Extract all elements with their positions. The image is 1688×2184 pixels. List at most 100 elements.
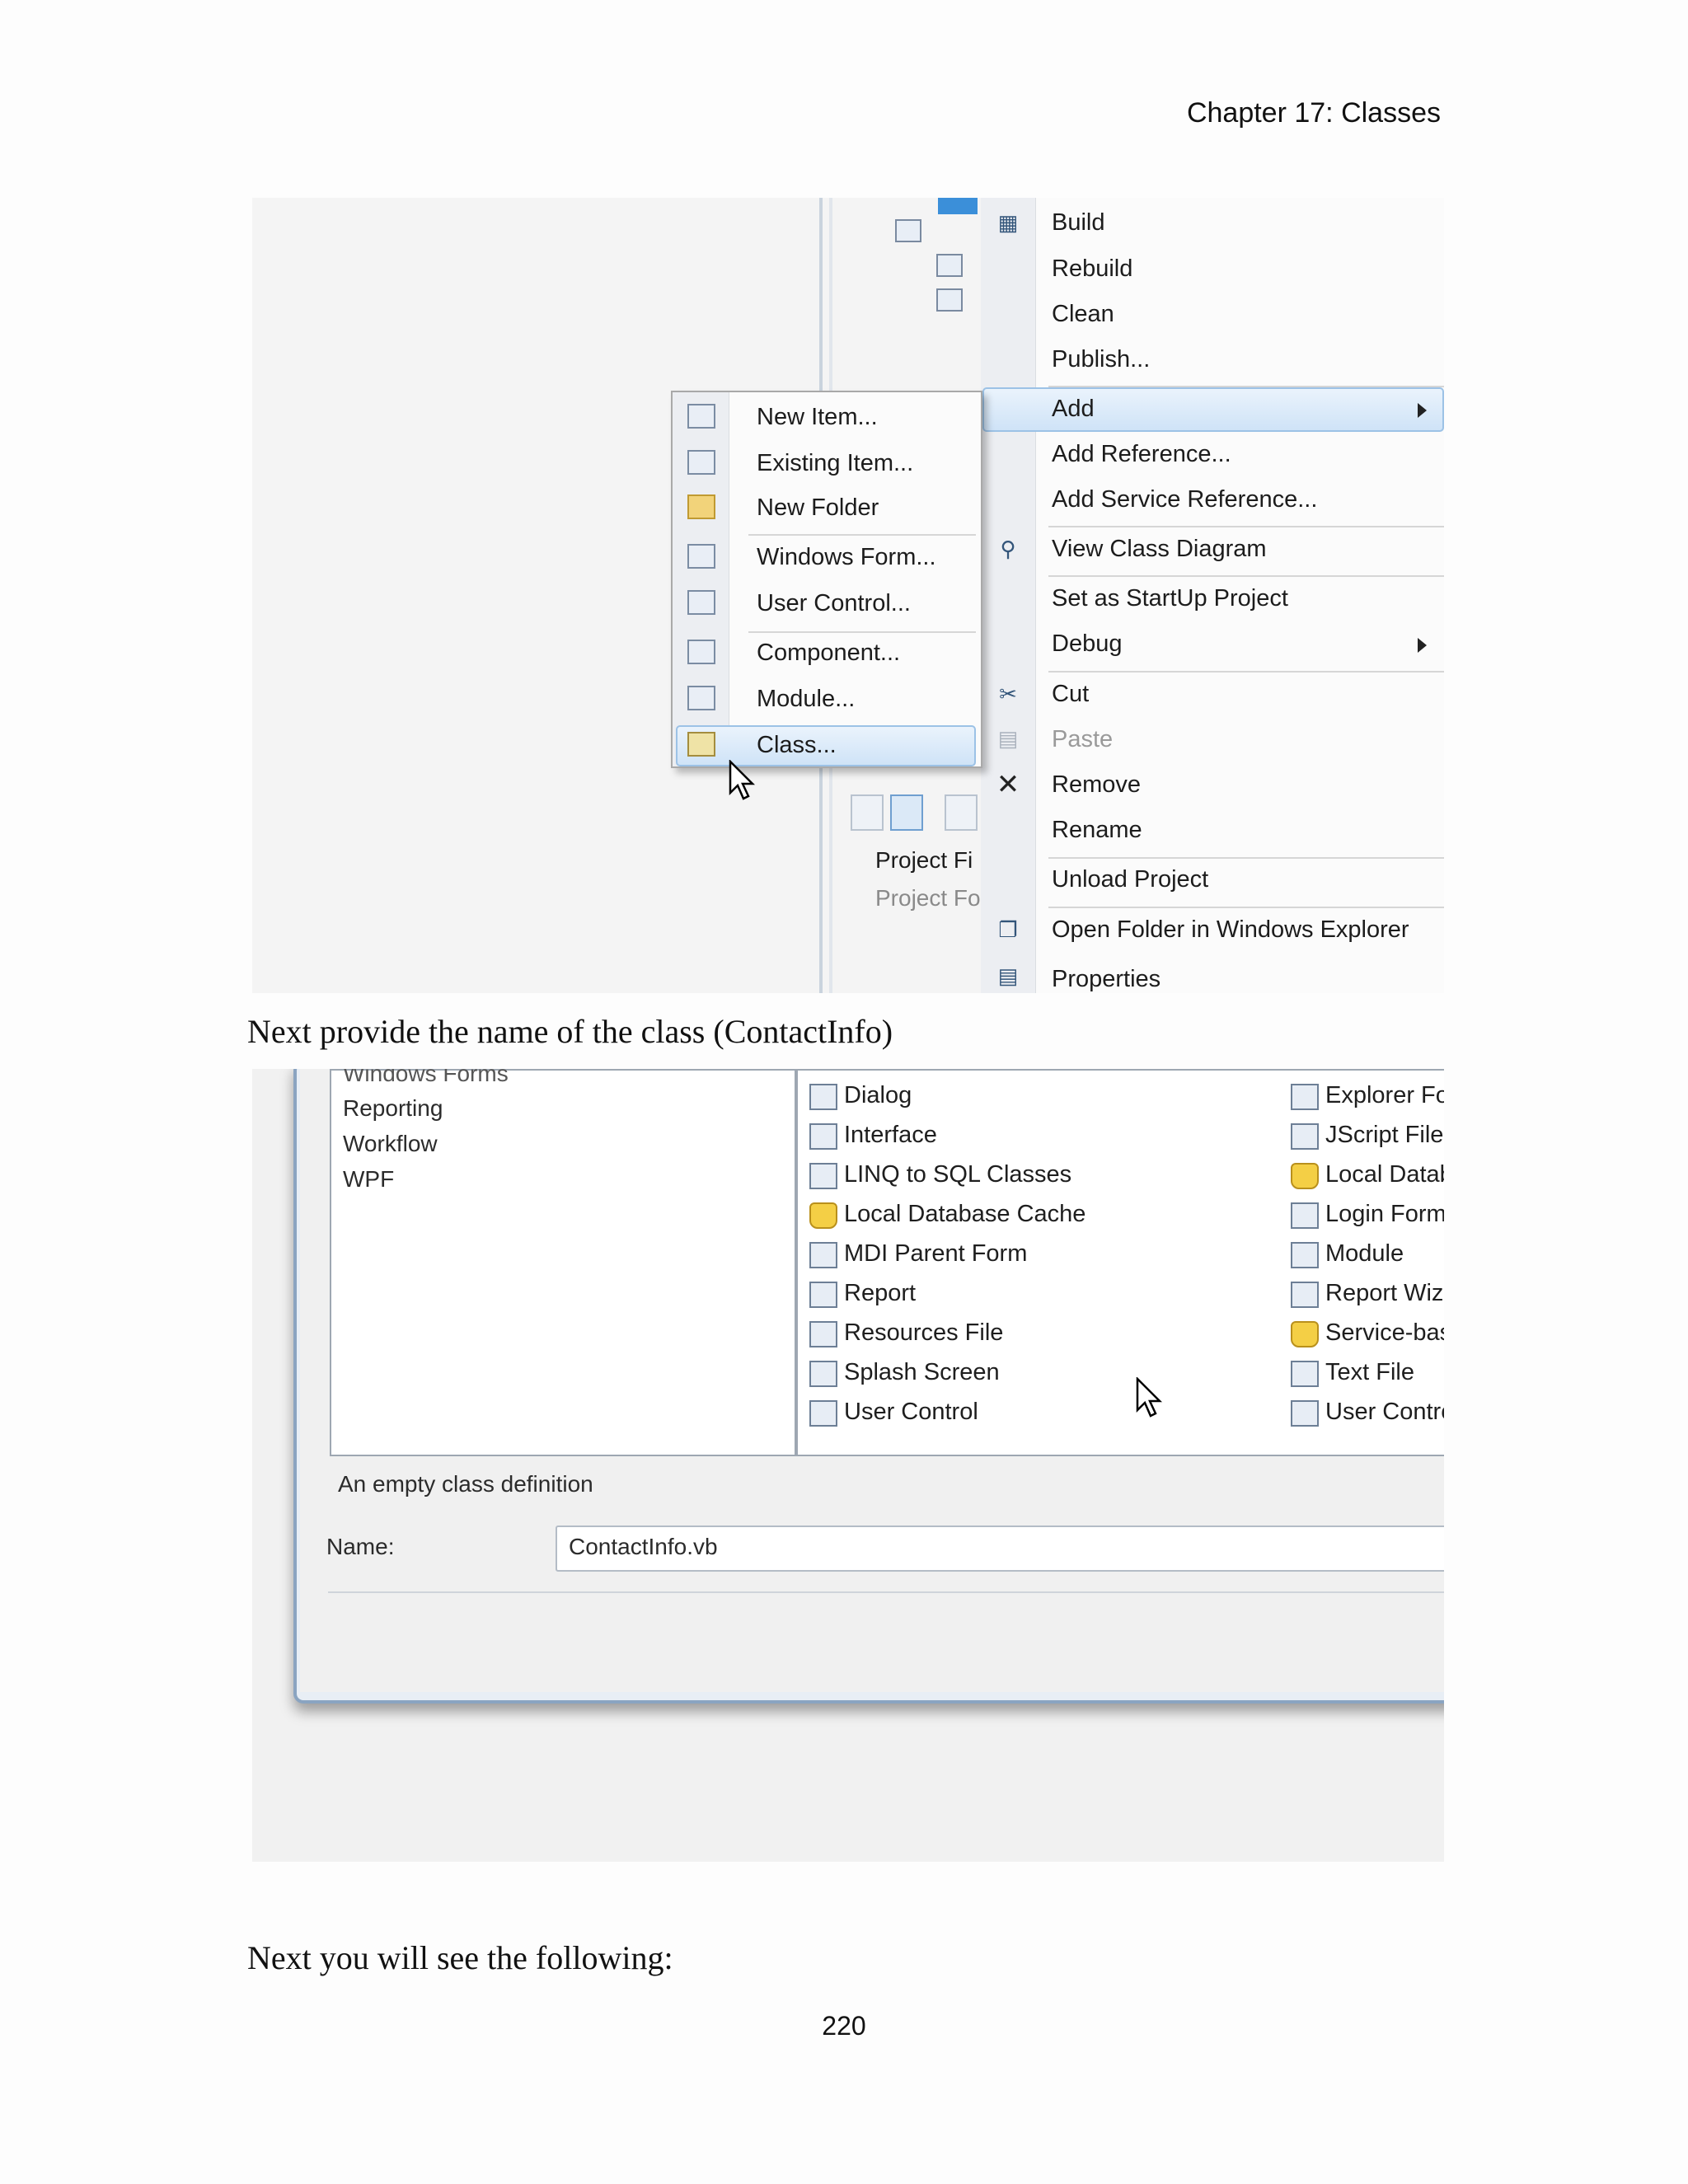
menu-separator (1048, 526, 1444, 527)
template-description: An empty class definition (338, 1471, 593, 1497)
new-folder-icon (687, 494, 715, 519)
menu-item-rebuild[interactable]: Rebuild (1052, 255, 1132, 283)
menu-item-cut[interactable]: Cut (1052, 681, 1089, 708)
template-item[interactable]: Module (1325, 1240, 1404, 1268)
module-icon (687, 686, 715, 710)
template-item[interactable]: Login Form (1325, 1201, 1444, 1228)
property-row[interactable]: Project Fi (875, 847, 973, 874)
existing-item-icon (687, 450, 715, 475)
menu-icon-column (981, 198, 1036, 993)
menu-item-set-startup[interactable]: Set as StartUp Project (1052, 585, 1288, 612)
menu-separator (1048, 575, 1444, 577)
template-item[interactable]: JScript File (1325, 1122, 1443, 1149)
module-icon (1291, 1242, 1319, 1268)
submenu-separator (748, 631, 976, 633)
report-icon (809, 1282, 837, 1308)
service-database-icon (1291, 1321, 1319, 1347)
database-cache-icon (809, 1202, 837, 1229)
submenu-item-class[interactable]: Class... (757, 732, 837, 759)
template-item[interactable]: Explorer For (1325, 1082, 1444, 1109)
menu-separator (1048, 386, 1444, 387)
menu-item-debug[interactable]: Debug (1052, 630, 1122, 658)
menu-item-clean[interactable]: Clean (1052, 301, 1114, 328)
template-item[interactable]: Report Wiza (1325, 1280, 1444, 1307)
submenu-item-existing-item[interactable]: Existing Item... (757, 450, 913, 477)
menu-item-add-reference[interactable]: Add Reference... (1052, 441, 1231, 468)
open-folder-icon: ❐ (998, 917, 1018, 942)
submenu-item-module[interactable]: Module... (757, 686, 855, 713)
submenu-arrow-icon (1418, 638, 1427, 653)
add-new-item-screenshot: Windows Forms Reporting Workflow WPF Dia… (252, 1069, 1444, 1862)
template-item[interactable]: Dialog (844, 1082, 912, 1109)
remove-icon: ✕ (996, 769, 1020, 800)
template-item[interactable]: Local Datab (1325, 1161, 1444, 1188)
submenu-item-user-control[interactable]: User Control... (757, 590, 911, 617)
category-item[interactable]: Reporting (343, 1095, 443, 1122)
property-pages-button[interactable] (945, 794, 978, 831)
tree-node-icon (895, 219, 921, 242)
dialog-template-icon (809, 1084, 837, 1110)
context-menu-screenshot: Project Fi Project Fo ▦ Build Rebuild Cl… (252, 198, 1444, 993)
template-item[interactable]: Splash Screen (844, 1359, 1000, 1386)
tree-node-icon (936, 288, 963, 312)
menu-item-paste[interactable]: Paste (1052, 726, 1113, 753)
menu-item-open-folder[interactable]: Open Folder in Windows Explorer (1052, 916, 1409, 944)
template-item[interactable]: LINQ to SQL Classes (844, 1161, 1071, 1188)
explorer-form-icon (1291, 1084, 1319, 1110)
template-item[interactable]: Resources File (844, 1319, 1003, 1347)
splash-screen-icon (809, 1361, 837, 1387)
name-label: Name: (326, 1534, 395, 1559)
login-form-icon (1291, 1202, 1319, 1229)
template-item[interactable]: MDI Parent Form (844, 1240, 1027, 1268)
categories-pane (330, 1069, 796, 1456)
name-input[interactable]: ContactInfo.vb (556, 1526, 1444, 1572)
template-item[interactable]: User Control (844, 1399, 978, 1426)
windows-form-icon (687, 544, 715, 569)
menu-separator (1048, 907, 1444, 908)
mdi-form-icon (809, 1242, 837, 1268)
property-row[interactable]: Project Fo (875, 885, 981, 912)
menu-separator (1048, 857, 1444, 859)
template-item[interactable]: User Contro (1325, 1399, 1444, 1426)
categorized-button[interactable] (851, 794, 884, 831)
component-icon (687, 640, 715, 664)
submenu-item-windows-form[interactable]: Windows Form... (757, 544, 936, 571)
menu-item-publish[interactable]: Publish... (1052, 346, 1150, 373)
add-submenu: New Item... Existing Item... New Folder … (671, 391, 982, 768)
submenu-item-new-folder[interactable]: New Folder (757, 494, 879, 522)
category-item[interactable]: WPF (343, 1166, 394, 1193)
class-icon (687, 732, 715, 757)
properties-icon: ▤ (997, 963, 1019, 988)
dialog-divider (328, 1591, 1444, 1593)
submenu-separator (748, 534, 976, 536)
linq-template-icon (809, 1163, 837, 1189)
user-control-icon (687, 590, 715, 615)
template-item[interactable]: Text File (1325, 1359, 1414, 1386)
template-item[interactable]: Report (844, 1280, 916, 1307)
menu-item-build[interactable]: Build (1052, 209, 1105, 237)
menu-item-unload-project[interactable]: Unload Project (1052, 866, 1208, 893)
menu-item-view-class-diagram[interactable]: View Class Diagram (1052, 536, 1267, 563)
mouse-cursor-icon (729, 760, 756, 800)
menu-item-add-service-reference[interactable]: Add Service Reference... (1052, 486, 1317, 513)
template-item[interactable]: Local Database Cache (844, 1201, 1085, 1228)
menu-item-properties[interactable]: Properties (1052, 966, 1160, 993)
category-item[interactable]: Workflow (343, 1131, 438, 1157)
submenu-item-new-item[interactable]: New Item... (757, 404, 878, 431)
template-item[interactable]: Service-bas (1325, 1319, 1444, 1347)
menu-item-add[interactable]: Add (1052, 396, 1095, 423)
tree-selected-node (938, 198, 978, 214)
category-item[interactable]: Windows Forms (343, 1069, 509, 1087)
alphabetical-button[interactable] (890, 794, 923, 831)
new-item-icon (687, 404, 715, 429)
menu-item-rename[interactable]: Rename (1052, 817, 1142, 844)
menu-item-remove[interactable]: Remove (1052, 771, 1141, 799)
template-item[interactable]: Interface (844, 1122, 937, 1149)
local-database-icon (1291, 1163, 1319, 1189)
tree-node-icon (936, 254, 963, 277)
submenu-arrow-icon (1418, 403, 1427, 418)
cut-icon: ✂ (999, 682, 1017, 706)
page-number: 220 (822, 2011, 866, 2041)
interface-template-icon (809, 1123, 837, 1150)
submenu-item-component[interactable]: Component... (757, 640, 900, 667)
